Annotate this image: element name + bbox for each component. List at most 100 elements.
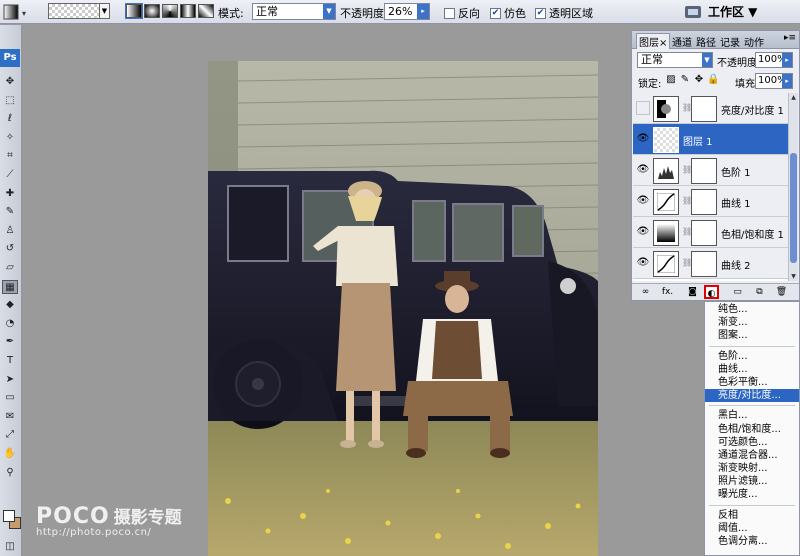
blend-mode-select[interactable]: 正常 ▼ [637, 52, 713, 68]
path-selection-tool-icon[interactable]: ➤ [2, 373, 18, 387]
tab-paths[interactable]: 路径 [696, 34, 716, 49]
history-brush-tool-icon[interactable]: ↺ [2, 242, 18, 256]
slice-tool-icon[interactable]: ⟋ [2, 168, 18, 182]
menu-item[interactable]: 曲线... [705, 363, 799, 376]
menu-item[interactable]: 可选颜色... [705, 436, 799, 449]
menu-item[interactable]: 色相/饱和度... [705, 423, 799, 436]
new-adjustment-layer-icon[interactable]: ◐ [704, 285, 719, 299]
layer-mask-thumbnail[interactable] [691, 189, 717, 215]
adjustment-icon[interactable] [653, 158, 679, 184]
menu-item[interactable]: 色阶... [705, 350, 799, 363]
menu-item[interactable]: 色彩平衡... [705, 376, 799, 389]
menu-item[interactable]: 渐变... [705, 316, 799, 329]
adjustment-icon[interactable] [653, 189, 679, 215]
brush-tool-icon[interactable]: ✎ [2, 205, 18, 219]
lock-transparent-icon[interactable]: ▨ [665, 74, 677, 86]
angle-gradient-icon[interactable] [162, 4, 178, 18]
link-layers-icon[interactable]: ∞ [638, 285, 653, 299]
move-tool-icon[interactable]: ✥ [2, 75, 18, 89]
shape-tool-icon[interactable]: ▭ [2, 391, 18, 405]
tab-layers[interactable]: 图层× [636, 33, 671, 49]
scroll-up-icon[interactable]: ▲ [789, 93, 798, 102]
visibility-eye-icon[interactable]: 👁 [636, 132, 650, 146]
menu-item[interactable]: 亮度/对比度... [705, 389, 799, 403]
gradient-tool-preset-icon[interactable]: ▾ [2, 3, 32, 21]
menu-item[interactable]: 通道混合器... [705, 449, 799, 462]
adjustment-icon[interactable] [653, 220, 679, 246]
layer-row[interactable]: 👁 图层 1 [633, 124, 788, 155]
foreground-color-swatch[interactable] [3, 510, 15, 522]
fill-input[interactable]: 100% ▸ [755, 73, 793, 89]
bridge-icon[interactable] [682, 2, 704, 22]
lock-position-icon[interactable]: ✥ [693, 74, 705, 86]
layer-thumbnail[interactable] [653, 127, 679, 153]
pen-tool-icon[interactable]: ✒ [2, 335, 18, 349]
scroll-down-icon[interactable]: ▼ [789, 272, 798, 281]
lasso-tool-icon[interactable]: ℓ [2, 112, 18, 126]
layer-row[interactable]: 👁 ⛓ 曲线 2 [633, 248, 788, 279]
radial-gradient-icon[interactable] [144, 4, 160, 18]
close-icon[interactable]: × [659, 38, 667, 49]
crop-tool-icon[interactable]: ⌗ [2, 149, 18, 163]
menu-item[interactable]: 图案... [705, 329, 799, 342]
workspace-button[interactable]: 工作区 ▼ [708, 3, 757, 21]
diamond-gradient-icon[interactable] [198, 4, 214, 18]
eyedropper-tool-icon[interactable]: ⤢ [2, 428, 18, 442]
visibility-eye-icon[interactable]: 👁 [636, 163, 650, 177]
menu-item[interactable]: 色调分离... [705, 535, 799, 548]
layer-mask-thumbnail[interactable] [691, 158, 717, 184]
visibility-eye-icon[interactable]: 👁 [636, 225, 650, 239]
menu-item[interactable]: 纯色... [705, 303, 799, 316]
gradient-picker-dropdown-icon[interactable]: ▼ [100, 3, 110, 19]
menu-item[interactable]: 曝光度... [705, 488, 799, 501]
tab-actions[interactable]: 动作 [744, 34, 764, 49]
menu-item[interactable]: 照片滤镜... [705, 475, 799, 488]
reverse-checkbox[interactable]: 反向 [444, 5, 480, 21]
opacity-input[interactable]: 26% ▸ [384, 3, 430, 20]
layer-list-scrollbar[interactable]: ▲ ▼ [788, 93, 798, 281]
zoom-tool-icon[interactable]: ⚲ [2, 466, 18, 480]
layer-mask-thumbnail[interactable] [691, 220, 717, 246]
adjustment-icon[interactable] [653, 251, 679, 277]
healing-brush-tool-icon[interactable]: ✚ [2, 187, 18, 201]
layer-row[interactable]: ⛓ 亮度/对比度 1 [633, 93, 788, 124]
layer-row[interactable]: 👁 ⛓ 色相/饱和度 1 [633, 217, 788, 248]
new-layer-icon[interactable]: ⧉ [752, 285, 767, 299]
layer-style-icon[interactable]: fx. [660, 285, 675, 299]
magic-wand-tool-icon[interactable]: ✧ [2, 131, 18, 145]
blur-tool-icon[interactable]: ◆ [2, 298, 18, 312]
visibility-eye-icon[interactable]: 👁 [636, 256, 650, 270]
new-group-icon[interactable]: ▭ [730, 285, 745, 299]
clone-stamp-tool-icon[interactable]: ♙ [2, 224, 18, 238]
lock-all-icon[interactable]: 🔒 [707, 74, 719, 86]
layer-row[interactable]: 👁 ⛓ 曲线 1 [633, 186, 788, 217]
layer-mask-thumbnail[interactable] [691, 96, 717, 122]
menu-item[interactable]: 反相 [705, 509, 799, 522]
gradient-tool-icon[interactable]: ▦ [2, 279, 18, 294]
menu-item[interactable]: 阈值... [705, 522, 799, 535]
dither-checkbox[interactable]: ✔ 仿色 [490, 5, 526, 21]
layer-opacity-input[interactable]: 100% ▸ [755, 52, 793, 68]
transparency-checkbox[interactable]: ✔ 透明区域 [535, 5, 593, 21]
visibility-eye-icon[interactable] [636, 101, 650, 115]
eraser-tool-icon[interactable]: ▱ [2, 261, 18, 275]
add-mask-icon[interactable]: ◙ [685, 285, 700, 299]
gradient-picker-swatch[interactable] [48, 3, 100, 19]
layer-mask-thumbnail[interactable] [691, 251, 717, 277]
panel-menu-icon[interactable]: ▸≡ [784, 33, 796, 43]
tab-channels[interactable]: 通道 [672, 34, 692, 49]
type-tool-icon[interactable]: T [2, 354, 18, 368]
mode-select[interactable]: 正常 ▼ [252, 3, 336, 20]
hand-tool-icon[interactable]: ✋ [2, 447, 18, 461]
visibility-eye-icon[interactable]: 👁 [636, 194, 650, 208]
marquee-tool-icon[interactable]: ⬚ [2, 94, 18, 108]
delete-layer-icon[interactable]: 🗑 [774, 285, 789, 299]
dodge-tool-icon[interactable]: ◔ [2, 317, 18, 331]
quick-mask-icon[interactable]: ◫ [2, 540, 18, 554]
reflected-gradient-icon[interactable] [180, 4, 196, 18]
adjustment-icon[interactable] [653, 96, 679, 122]
notes-tool-icon[interactable]: ✉ [2, 410, 18, 424]
layer-row[interactable]: 👁 ⛓ 色阶 1 [633, 155, 788, 186]
tab-history[interactable]: 记录 [720, 34, 740, 49]
scrollbar-thumb[interactable] [790, 153, 797, 263]
